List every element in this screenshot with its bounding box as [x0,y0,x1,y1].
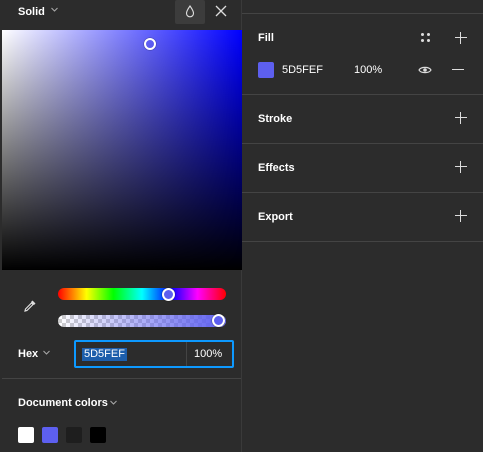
hex-input[interactable]: 5D5FEF [82,348,127,361]
document-color-swatch[interactable] [18,427,34,443]
remove-fill-icon[interactable] [452,69,464,71]
add-effect-icon[interactable] [454,160,468,174]
chevron-down-icon[interactable] [51,6,58,13]
document-color-swatch[interactable] [66,427,82,443]
effects-section: Effects [242,144,483,193]
divider [186,342,187,366]
color-handle[interactable] [144,38,156,50]
document-colors-label[interactable]: Document colors [18,397,108,409]
opacity-slider-handle[interactable] [212,314,225,327]
fill-row[interactable]: 5D5FEF 100% [258,62,467,78]
blend-mode-button[interactable] [175,0,205,24]
document-color-swatch[interactable] [42,427,58,443]
fill-section-title: Fill [258,32,274,44]
saturation-value-area[interactable] [2,30,242,270]
eye-icon[interactable] [418,65,432,75]
fill-section: Fill 5D5FEF 100% [242,14,483,95]
divider [2,378,241,379]
properties-panel: Fill 5D5FEF 100% Stroke Effects Export [242,0,483,452]
export-section-title: Export [258,211,293,223]
hue-slider-handle[interactable] [162,287,176,301]
add-stroke-icon[interactable] [454,111,468,125]
color-picker: Solid Hex 5D5FEF 100% Document colors [0,0,242,452]
opacity-slider[interactable] [58,315,226,327]
color-format-dropdown[interactable]: Hex [18,348,38,360]
document-color-swatch[interactable] [90,427,106,443]
effects-section-title: Effects [258,162,295,174]
chevron-down-icon[interactable] [110,399,117,406]
stroke-section-title: Stroke [258,113,293,125]
close-icon[interactable] [214,4,228,18]
chevron-down-icon[interactable] [43,349,50,356]
fill-hex-value[interactable]: 5D5FEF [282,64,323,76]
hue-slider[interactable] [58,287,226,301]
export-section: Export [242,193,483,242]
stroke-section: Stroke [242,95,483,144]
add-export-icon[interactable] [454,209,468,223]
opacity-input[interactable]: 100% [194,348,222,360]
hex-input-group[interactable]: 5D5FEF 100% [74,340,234,368]
eyedropper-icon[interactable] [22,298,38,314]
picker-header: Solid [0,0,242,25]
add-fill-icon[interactable] [454,31,468,45]
fill-type-dropdown[interactable]: Solid [18,6,45,18]
drop-icon [185,5,195,18]
fill-opacity-value[interactable]: 100% [354,64,382,76]
style-grid-icon[interactable] [421,33,431,43]
fill-swatch[interactable] [258,62,274,78]
